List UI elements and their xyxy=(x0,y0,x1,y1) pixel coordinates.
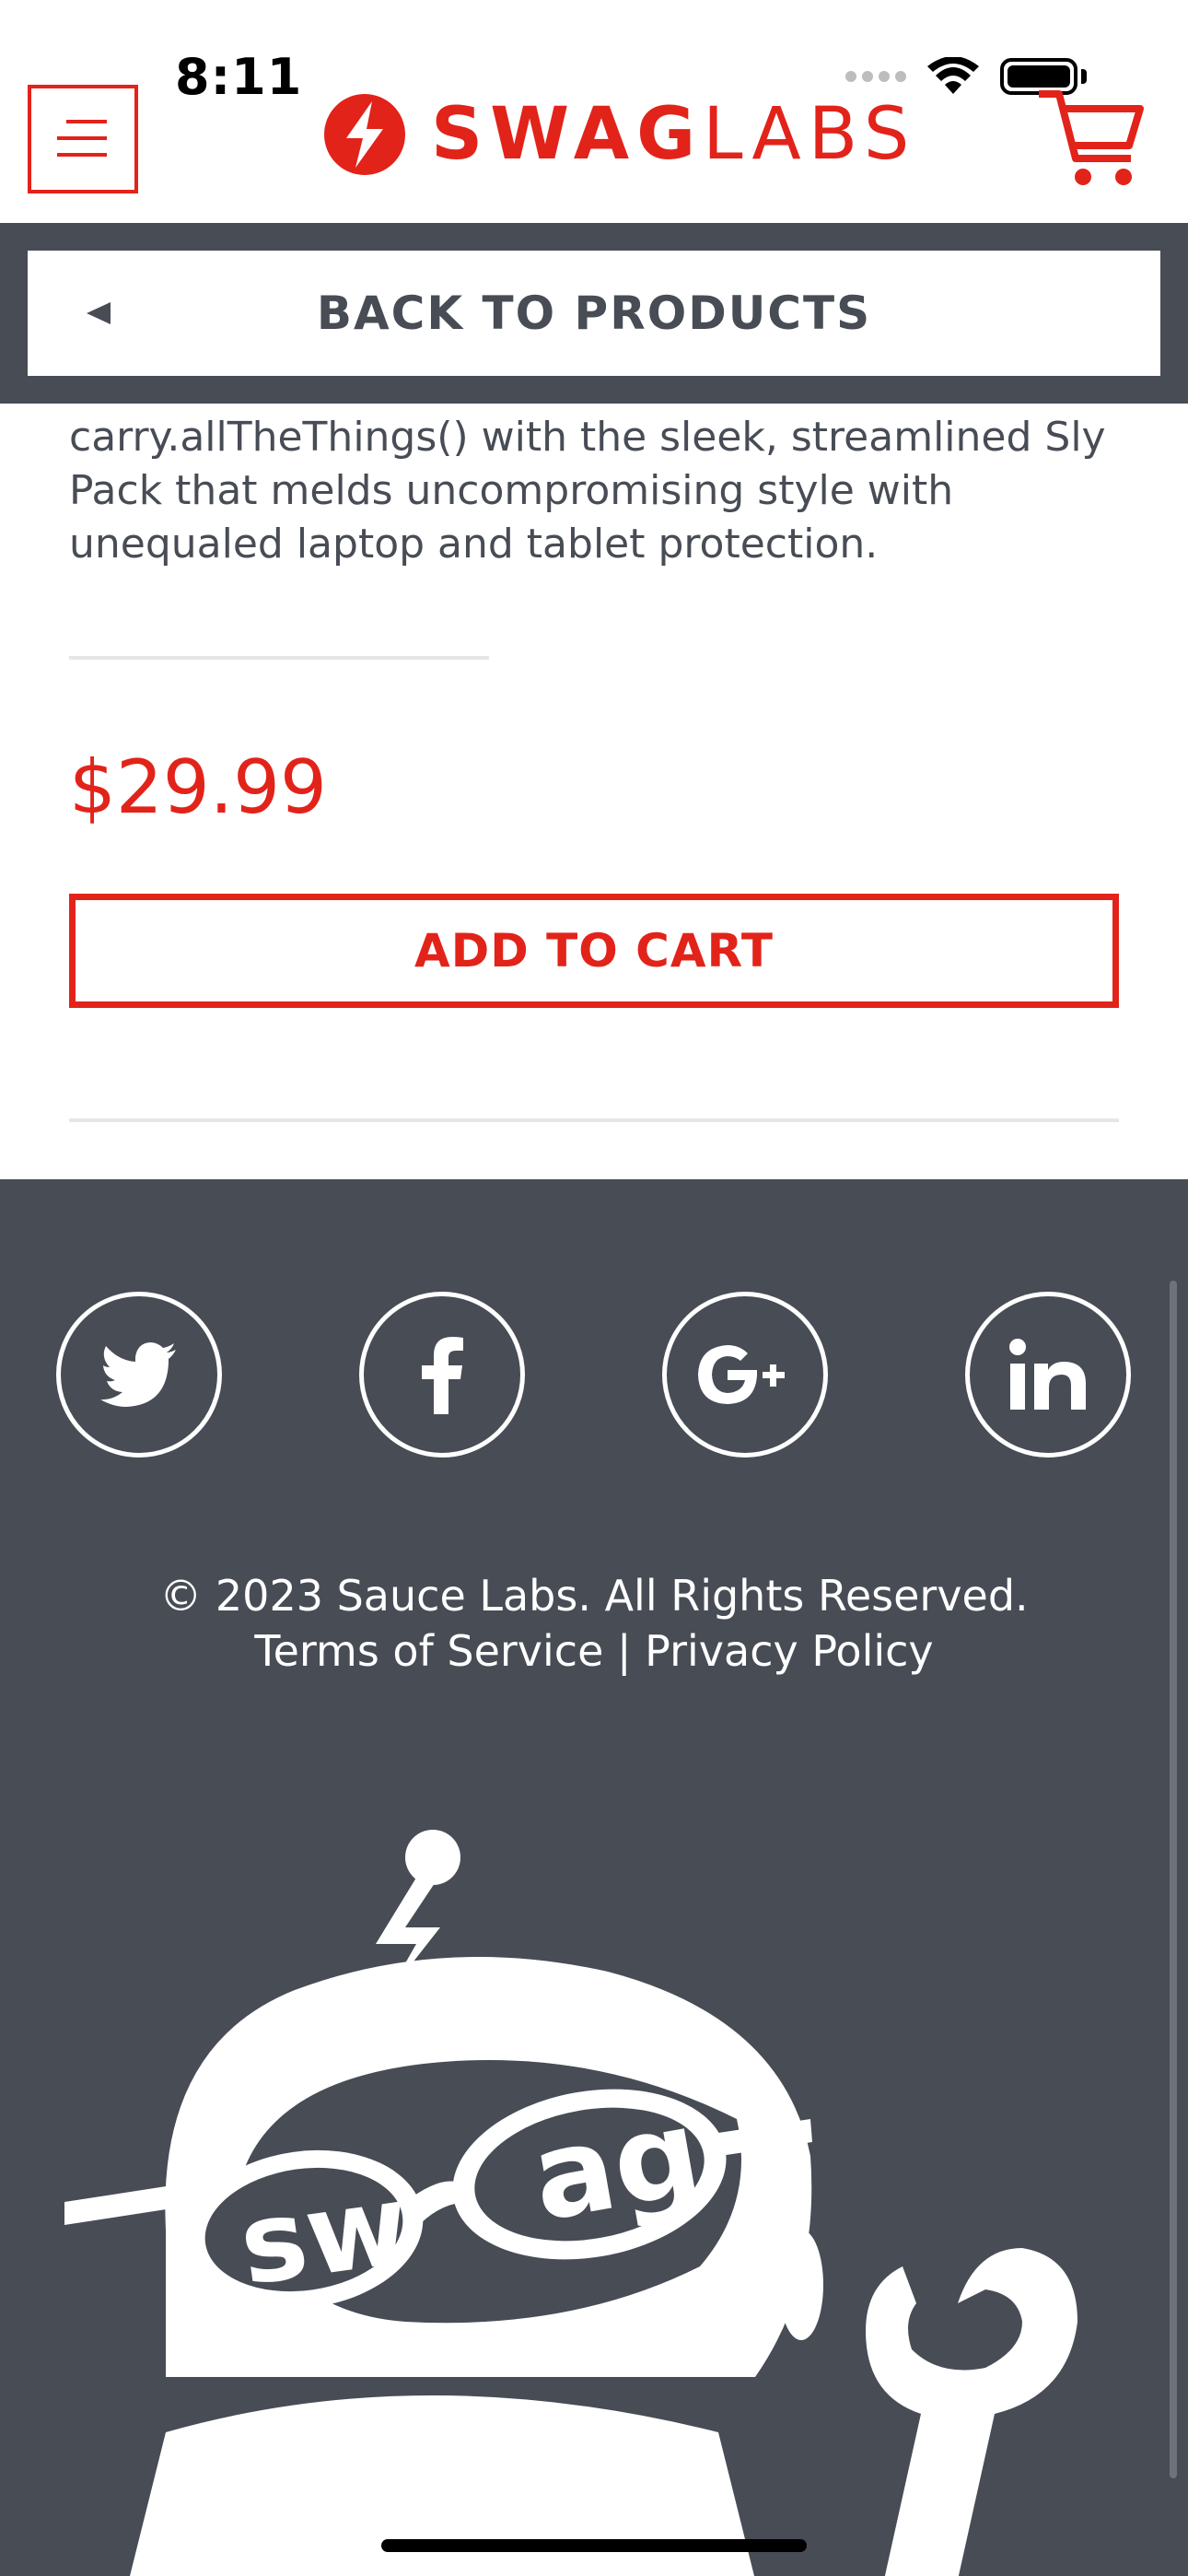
divider xyxy=(69,656,489,660)
back-to-products-button[interactable]: BACK TO PRODUCTS xyxy=(28,251,1160,376)
facebook-button[interactable] xyxy=(359,1292,525,1458)
back-to-products-label: BACK TO PRODUCTS xyxy=(316,287,872,340)
linkedin-button[interactable] xyxy=(965,1292,1131,1458)
add-to-cart-label: ADD TO CART xyxy=(414,924,774,978)
footer: © 2023 Sauce Labs. All Rights Reserved. … xyxy=(0,1179,1188,2576)
footer-links: Terms of Service | Privacy Policy xyxy=(0,1623,1188,1679)
twitter-button[interactable] xyxy=(56,1292,222,1458)
svg-text:sw: sw xyxy=(232,2160,416,2311)
linkedin-icon xyxy=(1009,1339,1086,1410)
google-plus-icon xyxy=(698,1345,785,1404)
divider xyxy=(69,1118,1119,1122)
menu-button[interactable] xyxy=(28,85,138,193)
logo-text: SWAGLABS xyxy=(431,93,916,176)
terms-of-service-link[interactable]: Terms of Service xyxy=(254,1626,603,1676)
wifi-icon xyxy=(927,57,979,94)
app-header: 8:11 SWAGLABS xyxy=(0,0,1188,223)
privacy-policy-link[interactable]: Privacy Policy xyxy=(645,1626,934,1676)
back-arrow-icon xyxy=(87,302,111,324)
product-price: $29.99 xyxy=(69,744,327,830)
cellular-signal-icon xyxy=(845,71,906,82)
swag-bot-mascot: sw ag xyxy=(64,1830,1077,2576)
cart-button[interactable] xyxy=(1035,88,1146,190)
cart-icon xyxy=(1039,90,1144,185)
svg-text:ag: ag xyxy=(522,2081,710,2248)
hamburger-menu-icon xyxy=(57,120,107,157)
add-to-cart-button[interactable]: ADD TO CART xyxy=(69,894,1119,1008)
copyright-text: © 2023 Sauce Labs. All Rights Reserved. xyxy=(159,1571,1029,1621)
link-separator: | xyxy=(617,1626,632,1676)
facebook-icon xyxy=(422,1337,463,1414)
scrollbar[interactable] xyxy=(1170,1281,1177,2478)
status-time: 8:11 xyxy=(175,48,303,106)
google-plus-button[interactable] xyxy=(662,1292,828,1458)
logo-text-swag: SWAG xyxy=(431,93,704,176)
home-indicator xyxy=(381,2539,807,2552)
lightning-logo-icon xyxy=(324,94,405,175)
product-description: carry.allTheThings() with the sleek, str… xyxy=(69,414,1106,568)
twitter-icon xyxy=(100,1342,176,1407)
logo-text-labs: LABS xyxy=(703,93,917,176)
swaglabs-logo: SWAGLABS xyxy=(322,92,916,177)
